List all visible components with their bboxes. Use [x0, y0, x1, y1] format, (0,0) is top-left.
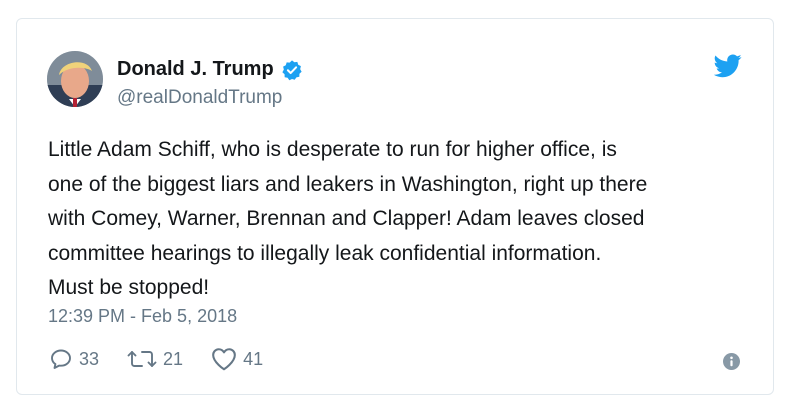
info-icon[interactable]: [723, 353, 740, 370]
tweet-text-line: Little Adam Schiff, who is desperate to …: [48, 138, 617, 161]
retweet-icon: [127, 351, 157, 367]
tweet-timestamp[interactable]: 12:39 PM - Feb 5, 2018: [48, 306, 237, 327]
heart-icon: [212, 348, 236, 371]
reply-icon: [51, 349, 71, 369]
display-name[interactable]: Donald J. Trump: [117, 58, 303, 81]
retweet-count: 21: [163, 348, 184, 369]
tweet-text-line: Must be stopped!: [48, 276, 210, 299]
verified-badge-icon: [281, 59, 303, 81]
avatar-image: [47, 51, 103, 107]
tweet-text-line: with Comey, Warner, Brennan and Clapper!…: [48, 207, 645, 230]
like-button[interactable]: 41: [211, 347, 263, 371]
tweet-text: Little Adam Schiff, who is desperate to …: [48, 133, 748, 306]
tweet-card: Donald J. Trump @realDonaldTrump Little …: [16, 18, 774, 395]
retweet-button[interactable]: 21: [127, 348, 183, 370]
tweet-text-line: committee hearings to illegally leak con…: [48, 241, 602, 265]
like-count: 41: [243, 348, 264, 369]
tweet-actions: 33 21 41: [49, 347, 291, 371]
reply-button[interactable]: 33: [49, 347, 99, 371]
twitter-bird-icon[interactable]: [713, 54, 742, 78]
avatar[interactable]: [47, 51, 103, 107]
display-name-text: Donald J. Trump: [117, 58, 274, 80]
tweet-text-line: one of the biggest liars and leakers in …: [48, 172, 648, 196]
reply-count: 33: [79, 348, 100, 369]
user-handle[interactable]: @realDonaldTrump: [117, 87, 282, 109]
